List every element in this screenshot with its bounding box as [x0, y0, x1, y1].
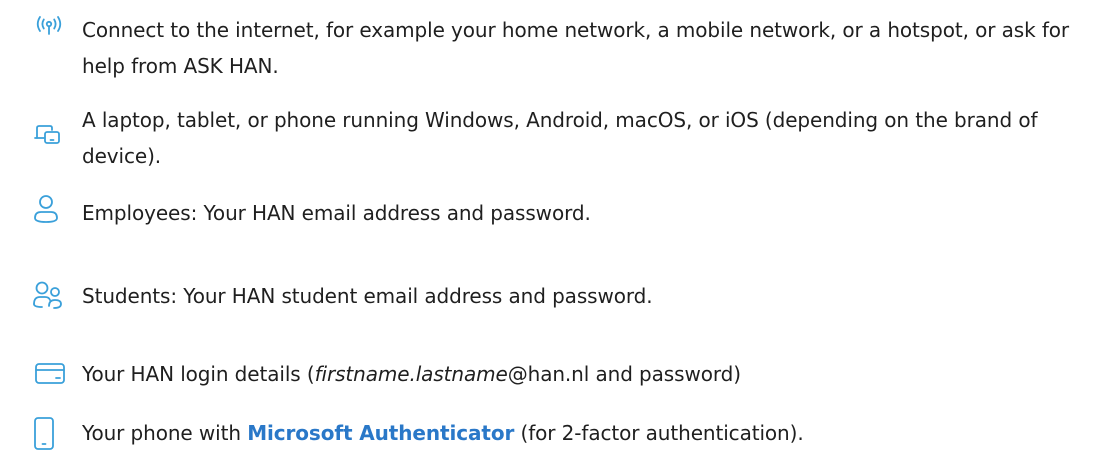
list-item-text: Your HAN login details (firstname.lastna… — [82, 356, 1082, 392]
text-segment: (for 2-factor authentication). — [514, 421, 804, 445]
person-icon — [32, 195, 66, 229]
list-item-text: Your phone with Microsoft Authenticator … — [82, 415, 1082, 451]
credit-card-icon — [32, 358, 66, 392]
list-item-text: Students: Your HAN student email address… — [82, 284, 653, 308]
text-segment: @han.nl and password) — [507, 362, 741, 386]
microsoft-authenticator-link[interactable]: Microsoft Authenticator — [247, 421, 514, 445]
people-icon — [32, 281, 66, 315]
list-item-text: Connect to the internet, for example you… — [82, 18, 1070, 78]
wifi-signal-icon — [32, 15, 66, 49]
username-placeholder: firstname.lastname — [314, 362, 508, 386]
requirements-list: Connect to the internet, for example you… — [0, 0, 1095, 460]
text-segment: Your phone with — [82, 421, 248, 445]
list-item-text: A laptop, tablet, or phone running Windo… — [82, 108, 1038, 168]
list-item-text: Employees: Your HAN email address and pa… — [82, 201, 591, 225]
devices-icon — [32, 120, 66, 154]
phone-icon — [32, 417, 66, 453]
text-segment: Your HAN login details ( — [82, 362, 315, 386]
